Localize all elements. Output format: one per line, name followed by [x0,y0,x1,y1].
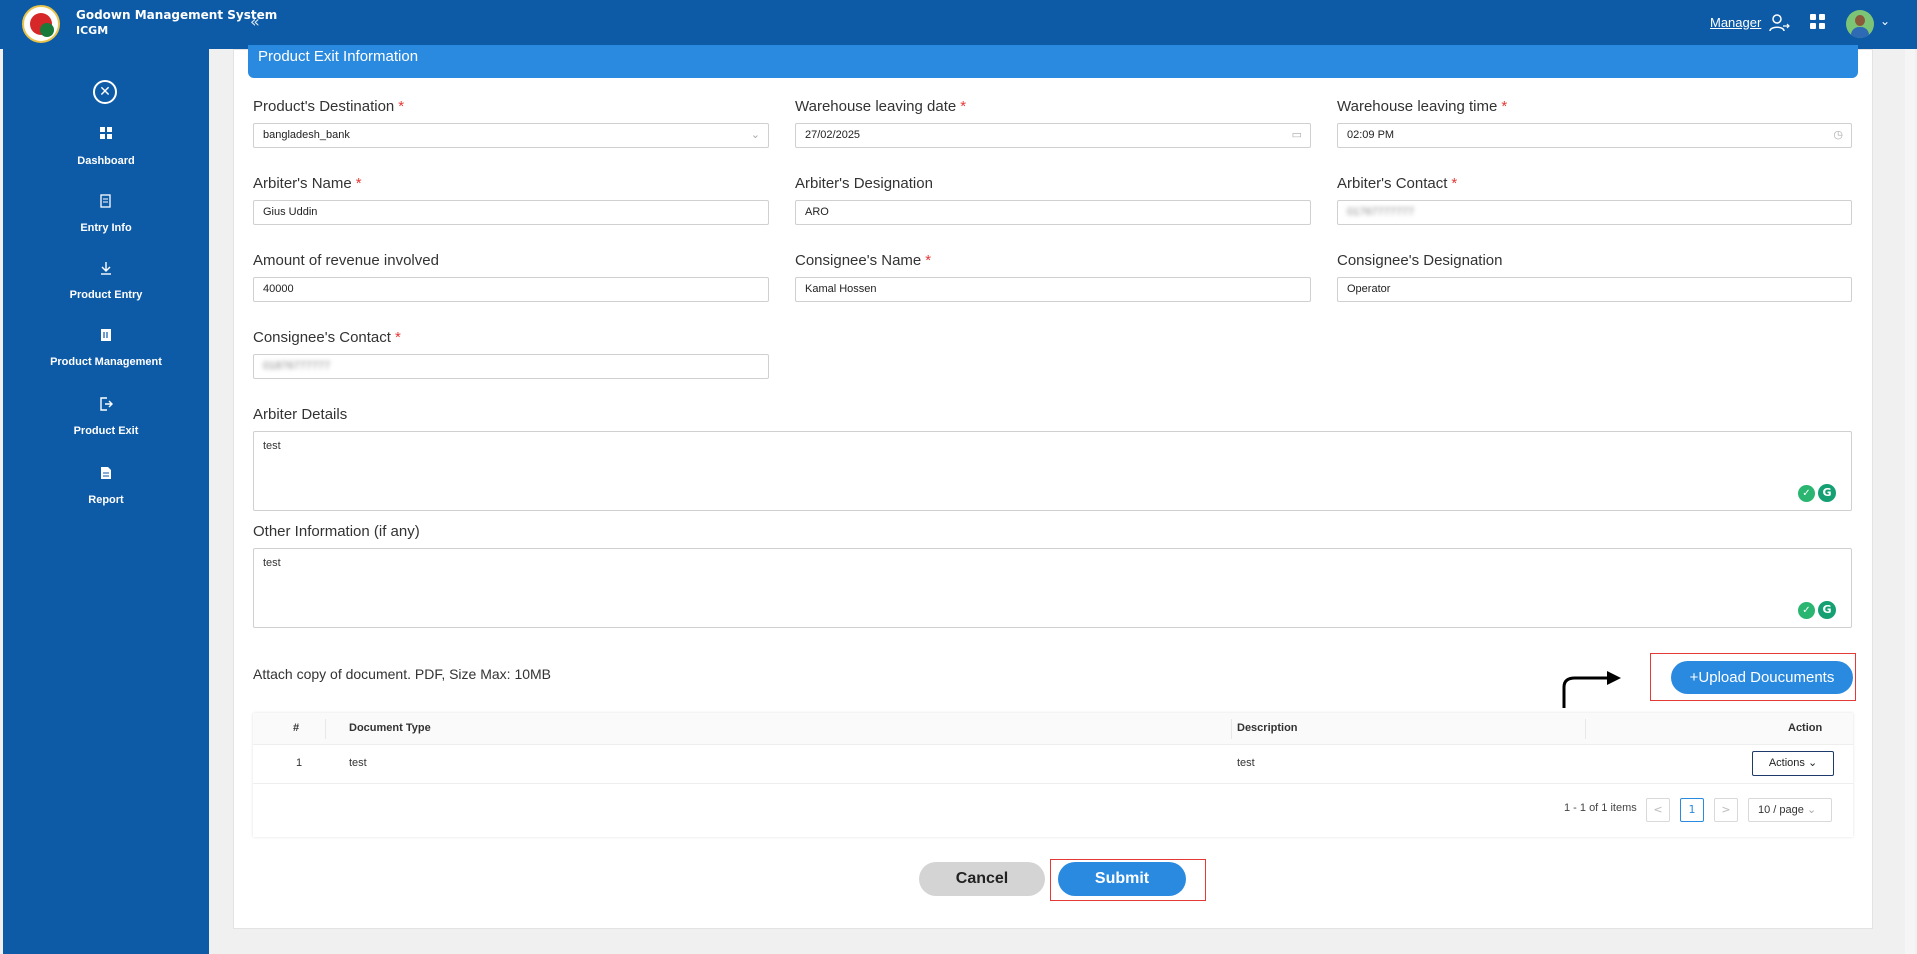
consignee-contact-field[interactable]: 01876777777 [253,354,769,379]
sidebar-item-label: Product Exit [73,425,139,437]
row-document-type: test [349,757,367,769]
documents-table: # Document Type Description Action 1 tes… [253,713,1853,837]
grammar-suggestion-icon[interactable]: ✓ [1798,602,1815,619]
row-index: 1 [296,757,303,769]
attach-label: Attach copy of document. PDF, Size Max: … [253,666,552,682]
sidebar-item-report[interactable]: Report [3,466,209,506]
sidebar: ✕ Dashboard Entry Info Product Entry Pro… [3,49,209,954]
collapse-sidebar-icon[interactable]: « [250,12,260,31]
grammarly-icon[interactable]: G [1818,601,1836,619]
dashboard-icon [99,127,113,141]
consignee-contact-label: Consignee's Contact * [253,329,401,346]
cancel-button[interactable]: Cancel [919,862,1045,896]
sidebar-item-label: Entry Info [80,222,132,234]
consignee-designation-field[interactable]: Operator [1337,277,1852,302]
sidebar-item-entry-info[interactable]: Entry Info [3,194,209,234]
pagination-page-1[interactable]: 1 [1680,798,1704,822]
app-logo [22,5,60,43]
top-bar: Godown Management System ICGM « Manager … [0,0,1917,49]
highlight-box [1650,653,1856,701]
destination-select[interactable]: bangladesh_bank ⌄ [253,123,769,148]
highlight-box [1050,859,1206,901]
leaving-time-label: Warehouse leaving time * [1337,98,1508,115]
destination-label: Product's Destination * [253,98,405,115]
arbiter-details-label: Arbiter Details [253,406,348,423]
column-header: Document Type [349,722,431,734]
arbiter-name-field[interactable]: Gius Uddin [253,200,769,225]
exit-icon [99,397,113,411]
row-description: test [1237,757,1255,769]
pagination-total: 1 - 1 of 1 items [1564,802,1637,814]
clock-icon: ◷ [1833,129,1843,141]
column-header: # [293,722,300,734]
arbiter-name-label: Arbiter's Name * [253,175,362,192]
arbiter-contact-label: Arbiter's Contact * [1337,175,1458,192]
section-header: Product Exit Information [248,45,1858,78]
sidebar-item-dashboard[interactable]: Dashboard [3,127,209,167]
user-switch-icon[interactable] [1768,12,1790,34]
sidebar-item-label: Product Management [50,356,162,368]
management-icon [99,328,113,342]
other-info-textarea[interactable]: test [253,548,1852,628]
arbiter-details-textarea[interactable]: test [253,431,1852,511]
sidebar-item-label: Product Entry [69,289,143,301]
chevron-down-icon[interactable]: ⌄ [1880,14,1890,28]
entry-info-icon [99,194,113,208]
pagination-prev-button[interactable]: < [1646,798,1670,822]
app-subtitle: ICGM [76,24,109,37]
chevron-down-icon: ⌄ [750,129,760,141]
avatar[interactable] [1846,10,1874,38]
leaving-date-field[interactable]: 27/02/2025 ▭ [795,123,1311,148]
arbiter-designation-field[interactable]: ARO [795,200,1311,225]
annotation-arrow-icon [1562,671,1621,708]
chevron-down-icon: ⌄ [1807,757,1818,769]
close-icon[interactable]: ✕ [93,80,117,104]
pagination-next-button[interactable]: > [1714,798,1738,822]
report-icon [99,466,113,480]
revenue-field[interactable]: 40000 [253,277,769,302]
sidebar-item-label: Dashboard [77,155,135,167]
apps-grid-icon[interactable] [1810,14,1826,30]
grammarly-icon[interactable]: G [1818,484,1836,502]
sidebar-item-product-management[interactable]: Product Management [3,328,209,368]
sidebar-item-product-entry[interactable]: Product Entry [3,261,209,301]
app-title: Godown Management System [76,8,278,22]
chevron-down-icon: ⌄ [1806,804,1817,816]
consignee-designation-label: Consignee's Designation [1337,252,1503,269]
actions-dropdown-button[interactable]: Actions ⌄ [1752,751,1834,776]
leaving-time-field[interactable]: 02:09 PM ◷ [1337,123,1852,148]
calendar-icon: ▭ [1291,129,1302,141]
other-info-label: Other Information (if any) [253,523,420,540]
sidebar-item-product-exit[interactable]: Product Exit [3,397,209,437]
role-switch-link[interactable]: Manager [1710,15,1761,30]
grammar-suggestion-icon[interactable]: ✓ [1798,485,1815,502]
sidebar-item-label: Report [88,494,124,506]
consignee-name-label: Consignee's Name * [795,252,932,269]
revenue-label: Amount of revenue involved [253,252,439,269]
column-header: Description [1237,722,1298,734]
page-size-select[interactable]: 10 / page ⌄ [1748,798,1832,822]
section-title: Product Exit Information [258,48,419,65]
arbiter-designation-label: Arbiter's Designation [795,175,933,192]
column-header: Action [1788,722,1823,734]
leaving-date-label: Warehouse leaving date * [795,98,967,115]
scrollbar[interactable] [1905,49,1915,954]
table-header: # Document Type Description Action [253,713,1853,745]
arbiter-contact-field[interactable]: 01767777777 [1337,200,1852,225]
consignee-name-field[interactable]: Kamal Hossen [795,277,1311,302]
download-icon [99,261,113,275]
